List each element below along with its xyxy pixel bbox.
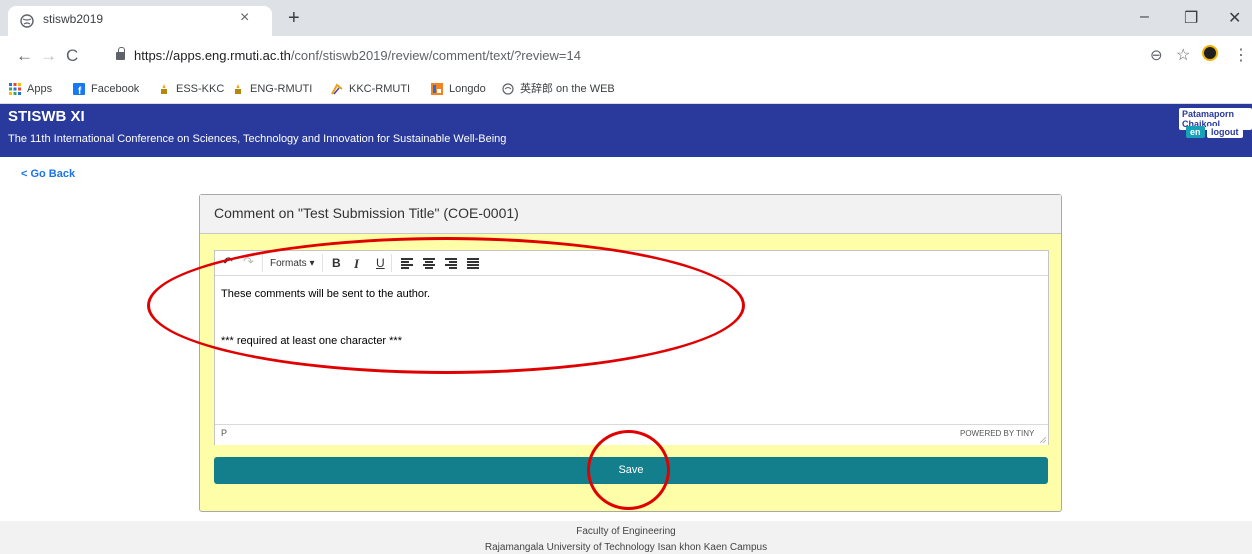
bookmark-label: KKC-RMUTI xyxy=(349,83,411,95)
apps-grid-icon xyxy=(9,83,21,96)
restore-icon[interactable]: ❐ xyxy=(1184,8,1198,28)
close-window-icon[interactable]: ✕ xyxy=(1228,8,1241,28)
site-title[interactable]: STISWB XI xyxy=(8,108,85,125)
annotation-ellipse xyxy=(147,237,745,374)
bookmark-label: Facebook xyxy=(91,83,140,95)
new-tab-icon[interactable]: + xyxy=(288,7,300,30)
bookmark-star-icon[interactable]: ☆ xyxy=(1176,45,1190,65)
kkc-icon xyxy=(331,83,343,95)
zoom-icon[interactable]: ⊖ xyxy=(1150,46,1163,64)
bookmark-label: ENG-RMUTI xyxy=(250,83,313,95)
eijiro-icon xyxy=(502,83,514,95)
site-subtitle: The 11th International Conference on Sci… xyxy=(8,133,507,145)
longdo-icon xyxy=(431,83,443,96)
bookmark-label: 英辞郎 on the WEB xyxy=(520,83,615,95)
url-path: /conf/stiswb2019/review/comment/text/?re… xyxy=(290,48,581,63)
bookmark-label: Apps xyxy=(27,83,53,95)
facebook-icon: f xyxy=(73,83,85,96)
bookmark-longdo[interactable]: Longdo xyxy=(431,80,486,98)
go-back-link[interactable]: < Go Back xyxy=(21,168,75,180)
lock-icon xyxy=(116,52,125,60)
element-path[interactable]: P xyxy=(221,428,227,438)
url-text[interactable]: https://apps.eng.rmuti.ac.th/conf/stiswb… xyxy=(134,48,581,63)
site-header xyxy=(0,104,1252,157)
browser-menu-icon[interactable]: ⋮ xyxy=(1233,45,1249,65)
bookmark-kkc-rmuti[interactable]: KKC-RMUTI xyxy=(331,80,410,98)
tab-title: stiswb2019 xyxy=(43,12,104,26)
profile-avatar-icon[interactable] xyxy=(1202,45,1218,61)
minimize-icon[interactable]: – xyxy=(1140,8,1149,26)
bookmark-label: ESS-KKC xyxy=(176,83,225,95)
bookmark-facebook[interactable]: f Facebook xyxy=(73,80,139,98)
footer-faculty: Faculty of Engineering xyxy=(576,526,676,537)
language-button[interactable]: en xyxy=(1186,126,1205,138)
annotation-circle xyxy=(587,430,670,510)
bookmark-eijiro[interactable]: 英辞郎 on the WEB xyxy=(502,80,615,98)
candle-icon xyxy=(235,84,241,95)
globe-icon xyxy=(20,14,34,28)
url-host: https://apps.eng.rmuti.ac.th xyxy=(134,48,291,63)
candle-icon xyxy=(161,84,167,95)
bookmark-ess-kkc[interactable]: ESS-KKC xyxy=(158,80,224,98)
forward-icon[interactable]: → xyxy=(40,46,57,66)
back-icon[interactable]: ← xyxy=(16,46,33,66)
resize-handle-icon[interactable] xyxy=(1040,437,1046,443)
powered-by-link[interactable]: POWERED BY TINY xyxy=(960,429,1034,438)
tab-close-icon[interactable]: × xyxy=(240,9,249,27)
bookmark-apps[interactable]: Apps xyxy=(9,80,52,98)
bookmark-label: Longdo xyxy=(449,83,486,95)
bookmark-eng-rmuti[interactable]: ENG-RMUTI xyxy=(232,80,312,98)
card-title: Comment on "Test Submission Title" (COE-… xyxy=(214,205,519,221)
logout-button[interactable]: logout xyxy=(1207,126,1243,138)
reload-icon[interactable]: C xyxy=(66,46,78,66)
footer-university: Rajamangala University of Technology Isa… xyxy=(484,542,768,553)
